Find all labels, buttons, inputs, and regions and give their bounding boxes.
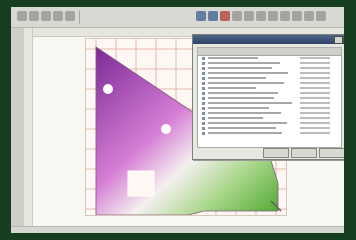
list-item-label [208,127,276,129]
dialog-help-button[interactable] [319,148,344,158]
list-item[interactable] [198,131,341,136]
list-item-value [300,122,330,124]
list-bullet-icon [202,67,205,70]
list-item-value [300,87,330,89]
list-item-value [300,72,330,74]
list-bullet-icon [202,122,205,125]
list-item-label [208,57,258,59]
list-bullet-icon [202,62,205,65]
toolbar-separator [79,10,80,24]
list-item-value [300,107,330,109]
list-item-label [208,107,269,109]
list-bullet-icon [202,97,205,100]
list-item-value [300,62,330,64]
list-bullet-icon [202,127,205,130]
list-item-value [300,77,330,79]
list-bullet-icon [202,117,205,120]
layer-icon[interactable] [244,11,254,21]
new-file-icon[interactable] [17,11,27,21]
left-hole [103,84,113,94]
list-item-value [300,117,330,119]
zoom-in-icon[interactable] [196,11,206,21]
list-bullet-icon [202,77,205,80]
tool-icon[interactable] [280,11,290,21]
list-item-label [208,87,256,89]
close-icon[interactable] [316,11,326,21]
dialog-list[interactable] [197,55,342,148]
application-window [11,7,344,233]
dialog-ok-button[interactable] [263,148,289,158]
list-bullet-icon [202,92,205,95]
list-item-value [300,102,330,104]
list-item-label [208,62,280,64]
list-item-label [208,97,274,99]
preview-icon[interactable] [65,11,75,21]
settings-icon[interactable] [256,11,266,21]
list-item-label [208,77,266,79]
left-tool-panel [11,28,25,233]
list-item-value [300,132,330,134]
list-bullet-icon [202,107,205,110]
left-ruler [24,28,33,233]
list-bullet-icon [202,57,205,60]
dialog-titlebar[interactable] [193,35,344,44]
list-item-value [300,127,330,129]
list-bullet-icon [202,87,205,90]
help-icon[interactable] [268,11,278,21]
list-item-label [208,92,278,94]
grid-icon[interactable] [232,11,242,21]
list-item-label [208,82,284,84]
list-item-label [208,117,263,119]
properties-dialog[interactable] [192,34,344,160]
dialog-close-icon[interactable] [334,36,343,44]
list-item-label [208,102,292,104]
save-icon[interactable] [41,11,51,21]
list-item-value [300,97,330,99]
zoom-out-icon[interactable] [208,11,218,21]
list-item-label [208,132,282,134]
dialog-cancel-button[interactable] [291,148,317,158]
list-item-value [300,67,330,69]
view-icon[interactable] [292,11,302,21]
center-hole [161,124,171,134]
list-bullet-icon [202,102,205,105]
list-item-value [300,112,330,114]
list-item-label [208,67,272,69]
list-item-label [208,72,288,74]
list-item-label [208,122,287,124]
fit-page-icon[interactable] [220,11,230,21]
open-folder-icon[interactable] [29,11,39,21]
list-item-value [300,57,330,59]
list-bullet-icon [202,82,205,85]
list-item-value [300,82,330,84]
print-icon[interactable] [53,11,63,21]
status-bar [11,226,344,233]
inner-cutout [127,170,155,197]
list-item-value [300,92,330,94]
list-bullet-icon [202,112,205,115]
window-icon[interactable] [304,11,314,21]
list-bullet-icon [202,132,205,135]
list-bullet-icon [202,72,205,75]
top-toolbar [11,7,344,28]
list-item-label [208,112,281,114]
